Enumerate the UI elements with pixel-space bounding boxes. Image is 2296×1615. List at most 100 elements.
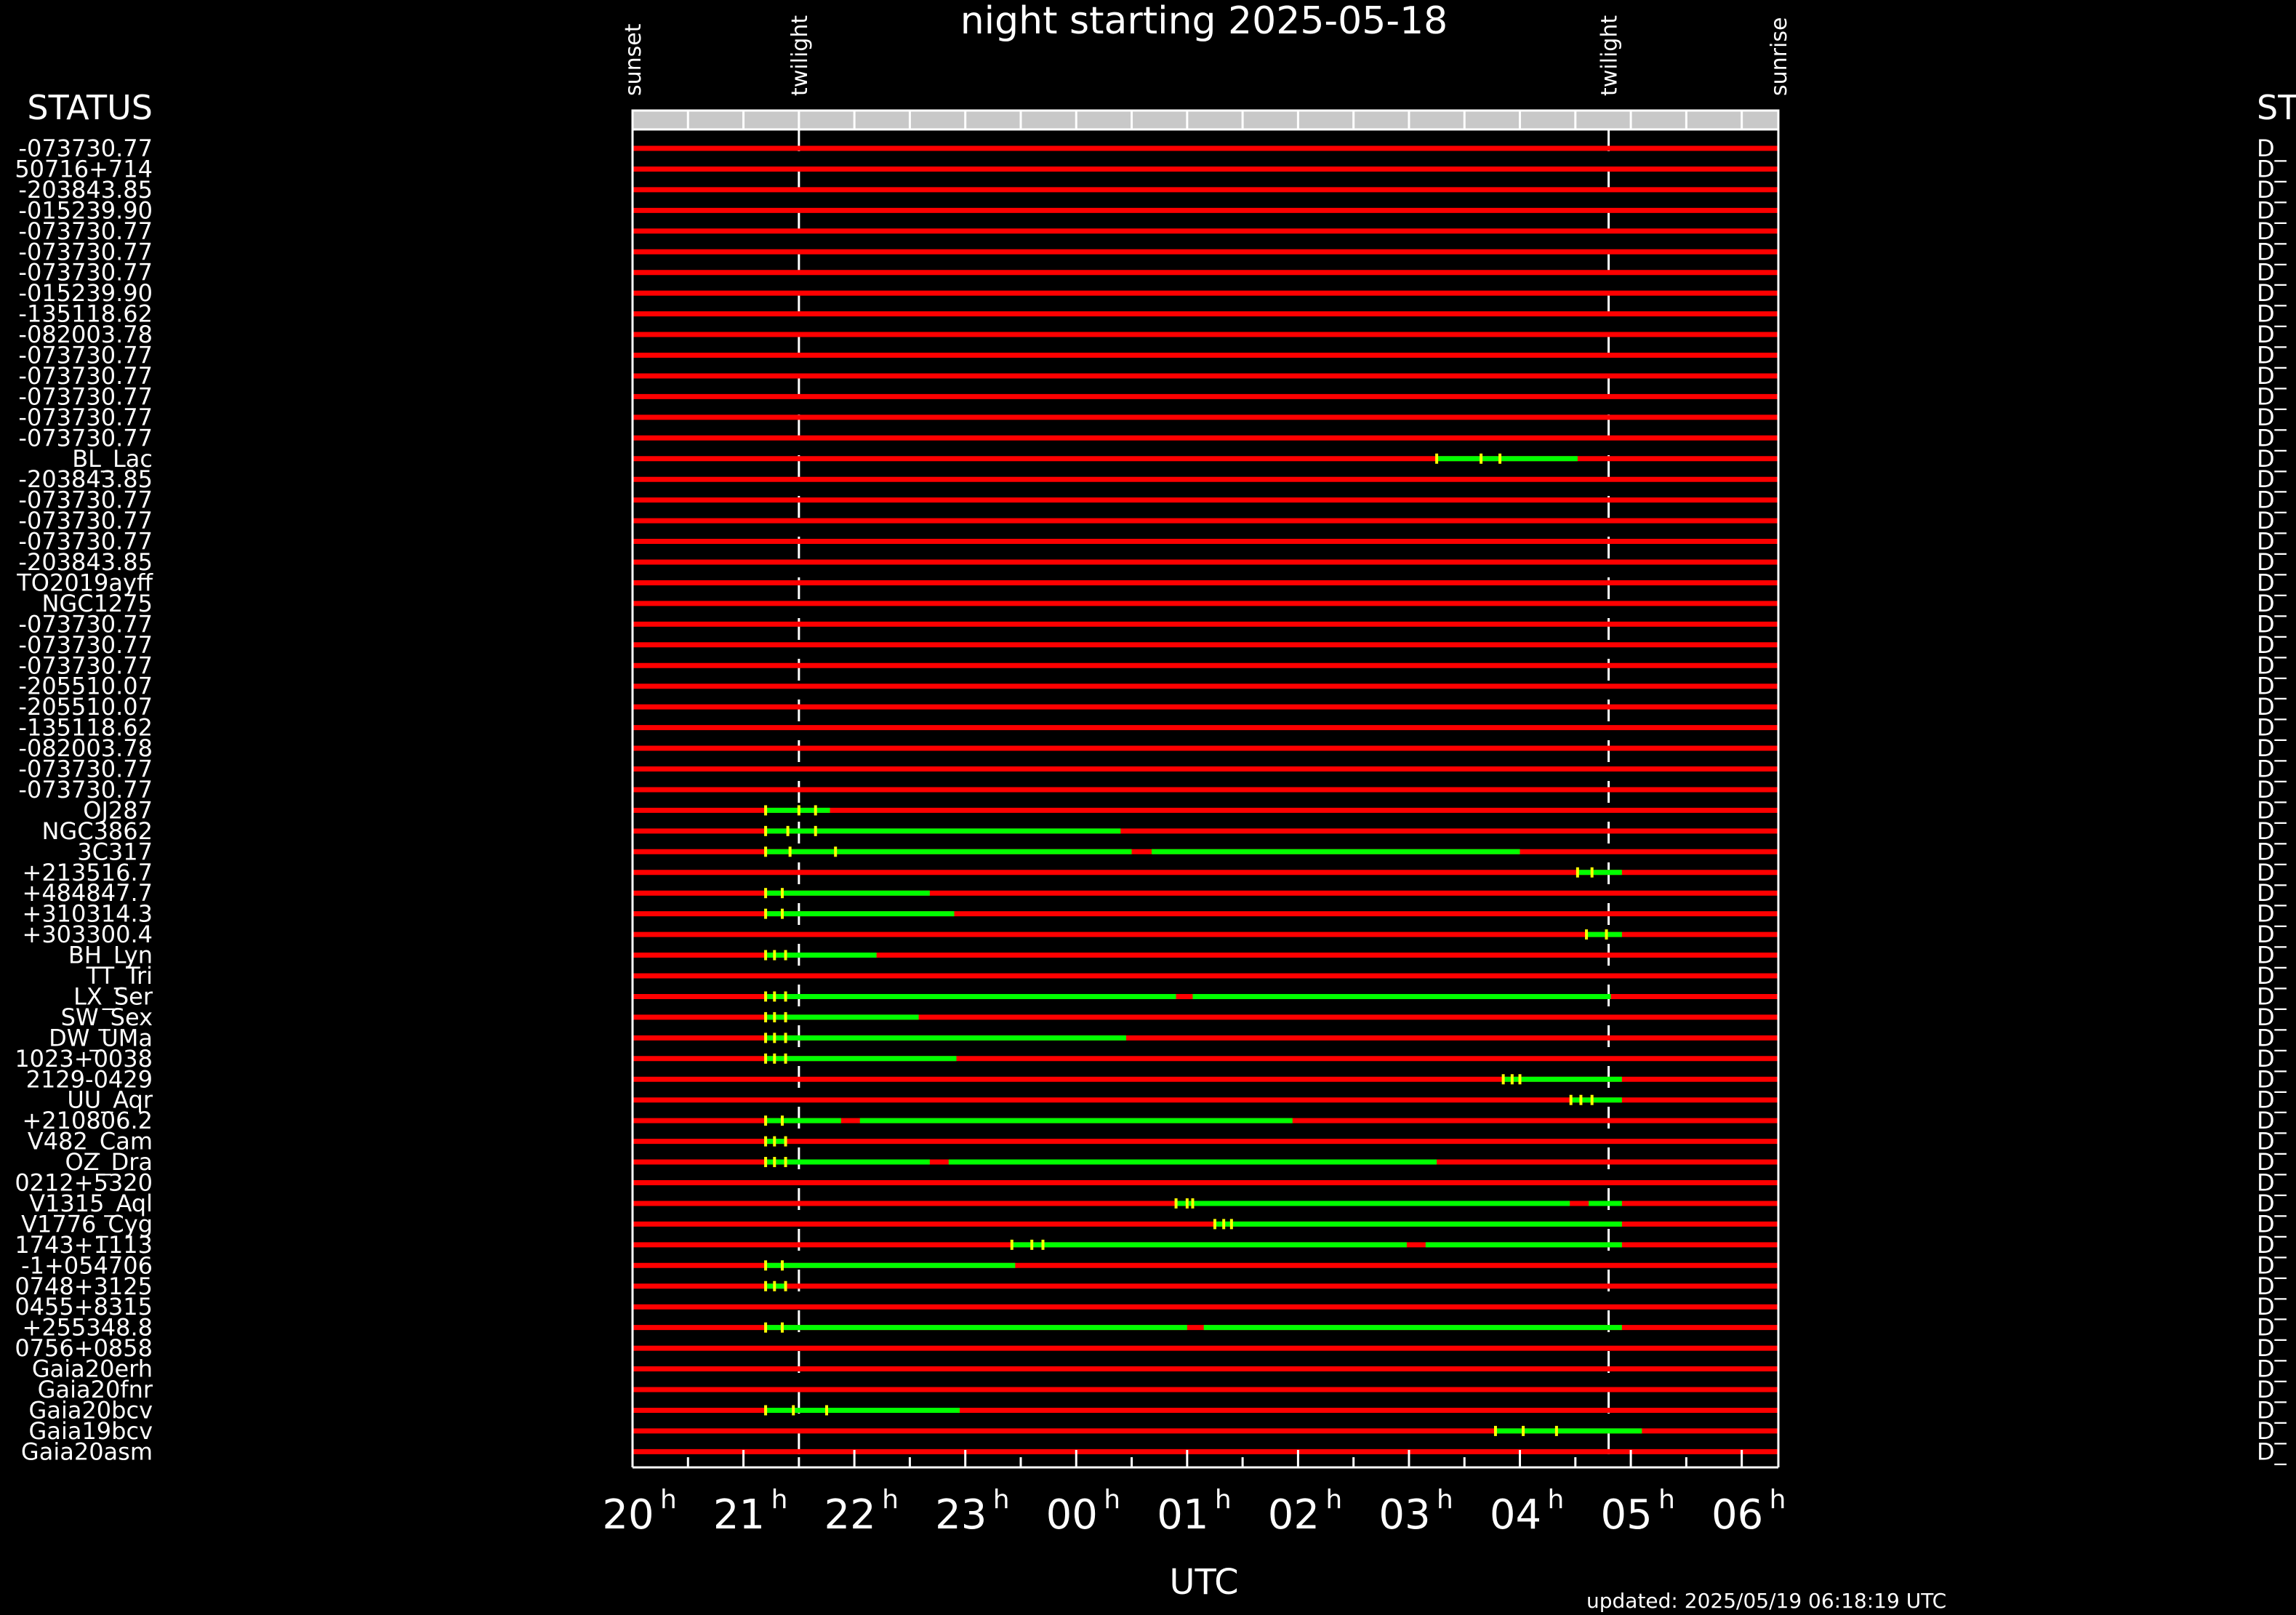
x-tick-label: 23 — [935, 1491, 987, 1539]
target-row: +213516.7 D_ — [23, 859, 2287, 886]
target-row: -135118.62 D_ — [18, 300, 2287, 328]
target-row: TO2019ayff D_ — [16, 569, 2287, 596]
x-tick-unit: h — [1215, 1485, 1232, 1515]
x-tick-unit: h — [1548, 1485, 1565, 1515]
target-row: -073730.77 D_ — [18, 259, 2287, 286]
chart-title: night starting 2025-05-18 — [960, 0, 1448, 43]
target-row: 0756+0858 D_ — [15, 1334, 2287, 1362]
target-row: +484847.7 D_ — [23, 879, 2287, 907]
target-row: -073730.77 D_ — [18, 342, 2287, 369]
target-row: V482_Cam D_ — [28, 1128, 2287, 1155]
x-tick-unit: h — [1104, 1485, 1120, 1515]
target-row: -073730.77 D_ — [18, 362, 2287, 390]
target-row: -205510.07 D_ — [18, 693, 2287, 721]
target-row: OZ_Dra D_ — [65, 1148, 2287, 1176]
x-tick-label: 04 — [1490, 1491, 1541, 1539]
x-tick-label: 20 — [602, 1491, 654, 1539]
target-row: 0748+3125 D_ — [15, 1273, 2287, 1300]
right-status-header: ST — [2257, 88, 2296, 127]
target-row: -205510.07 D_ — [18, 673, 2287, 700]
target-row: 50716+714 D_ — [15, 155, 2287, 183]
target-row: -015239.90 D_ — [18, 279, 2287, 307]
target-status: D_ — [2257, 1438, 2287, 1465]
target-row: -135118.62 D_ — [18, 714, 2287, 742]
target-row: -073730.77 D_ — [18, 382, 2287, 410]
target-row: -073730.77 D_ — [18, 424, 2287, 452]
target-row: -1+054706 D_ — [21, 1251, 2287, 1279]
x-tick-label: 06 — [1711, 1491, 1763, 1539]
x-tick-label: 22 — [824, 1491, 875, 1539]
target-row: -073730.77 D_ — [18, 631, 2287, 659]
target-row: -073730.77 D_ — [18, 135, 2287, 162]
target-row: Gaia19bcv D_ — [29, 1417, 2287, 1445]
target-row: -203843.85 D_ — [18, 176, 2287, 204]
target-row: +310314.3 D_ — [23, 900, 2287, 928]
target-row: UU_Aqr D_ — [67, 1086, 2287, 1114]
target-row: BL_Lac D_ — [72, 445, 2287, 473]
time-band-bar — [631, 109, 1780, 131]
x-tick-label: 21 — [713, 1491, 765, 1539]
target-row: -082003.78 D_ — [18, 734, 2287, 762]
x-tick-unit: h — [882, 1485, 899, 1515]
target-row: +255348.8 D_ — [23, 1314, 2287, 1342]
target-row: V1776_Cyg D_ — [21, 1210, 2287, 1238]
x-tick-unit: h — [660, 1485, 677, 1515]
observability-chart: night starting 2025-05-18 STATUS ST suns… — [15, 0, 2296, 1613]
target-row: Gaia20fnr D_ — [38, 1376, 2287, 1403]
status-header: STATUS — [27, 88, 153, 127]
target-row: -015239.90 D_ — [18, 196, 2287, 224]
target-row: -203843.85 D_ — [18, 465, 2287, 493]
x-tick-label: 00 — [1046, 1491, 1098, 1539]
target-row: -073730.77 D_ — [18, 507, 2287, 534]
sunrise-label: sunrise — [1767, 17, 1792, 96]
x-axis-label: UTC — [1169, 1562, 1238, 1603]
x-tick-unit: h — [1658, 1485, 1675, 1515]
target-row: SW_Sex D_ — [61, 1003, 2287, 1031]
x-tick-unit: h — [1325, 1485, 1342, 1515]
target-row: -082003.78 D_ — [18, 321, 2287, 348]
target-row: -073730.77 D_ — [18, 238, 2287, 265]
target-row: 2129-0429 D_ — [26, 1065, 2287, 1093]
target-row: 0212+5320 D_ — [15, 1169, 2287, 1197]
target-row: -073730.77 D_ — [18, 486, 2287, 514]
target-row: -073730.77 D_ — [18, 217, 2287, 245]
x-tick-unit: h — [993, 1485, 1010, 1515]
x-tick-label: 02 — [1268, 1491, 1320, 1539]
target-row: -073730.77 D_ — [18, 776, 2287, 804]
x-tick-label: 03 — [1378, 1491, 1430, 1539]
twilight-label: twilight — [1597, 15, 1623, 96]
target-row: OJ287 D_ — [83, 796, 2287, 824]
target-row: DW_UMa D_ — [49, 1024, 2287, 1051]
target-row: Gaia20erh D_ — [32, 1355, 2287, 1383]
target-name: Gaia20asm — [21, 1438, 153, 1465]
target-row: 3C317 D_ — [77, 838, 2287, 865]
time-band — [631, 109, 1780, 131]
x-tick-label: 05 — [1600, 1491, 1652, 1539]
target-row: 0455+8315 D_ — [15, 1293, 2287, 1321]
x-tick-unit: h — [1437, 1485, 1453, 1515]
target-row: -203843.85 D_ — [18, 548, 2287, 576]
x-tick-unit: h — [1770, 1485, 1786, 1515]
target-row: -073730.77 D_ — [18, 528, 2287, 556]
twilight-label: twilight — [787, 15, 813, 96]
target-row: -073730.77 D_ — [18, 756, 2287, 783]
target-row: V1315_Aql D_ — [29, 1190, 2287, 1217]
target-row: TT_Tri D_ — [86, 962, 2287, 990]
updated-timestamp: updated: 2025/05/19 06:18:19 UTC — [1586, 1589, 1946, 1613]
target-row: +210806.2 D_ — [23, 1107, 2287, 1134]
target-row: Gaia20asm D_ — [21, 1438, 2287, 1465]
target-row: BH_Lyn D_ — [68, 942, 2287, 969]
target-row: NGC3862 D_ — [41, 817, 2287, 845]
sunset-label: sunset — [621, 23, 646, 96]
target-row: NGC1275 D_ — [41, 590, 2287, 617]
x-tick-label: 01 — [1157, 1491, 1208, 1539]
target-row: 1743+1113 D_ — [15, 1231, 2287, 1259]
target-row: LX_Ser D_ — [73, 982, 2287, 1010]
target-rows: -073730.77 D_50716+714 D_-203843.85 D_-0152… — [15, 135, 2287, 1465]
target-row: -073730.77 D_ — [18, 652, 2287, 679]
target-row: -073730.77 D_ — [18, 610, 2287, 638]
target-row: Gaia20bcv D_ — [29, 1396, 2287, 1424]
x-tick-unit: h — [771, 1485, 788, 1515]
target-row: +303300.4 D_ — [23, 921, 2287, 948]
target-row: 1023+0038 D_ — [15, 1045, 2287, 1073]
